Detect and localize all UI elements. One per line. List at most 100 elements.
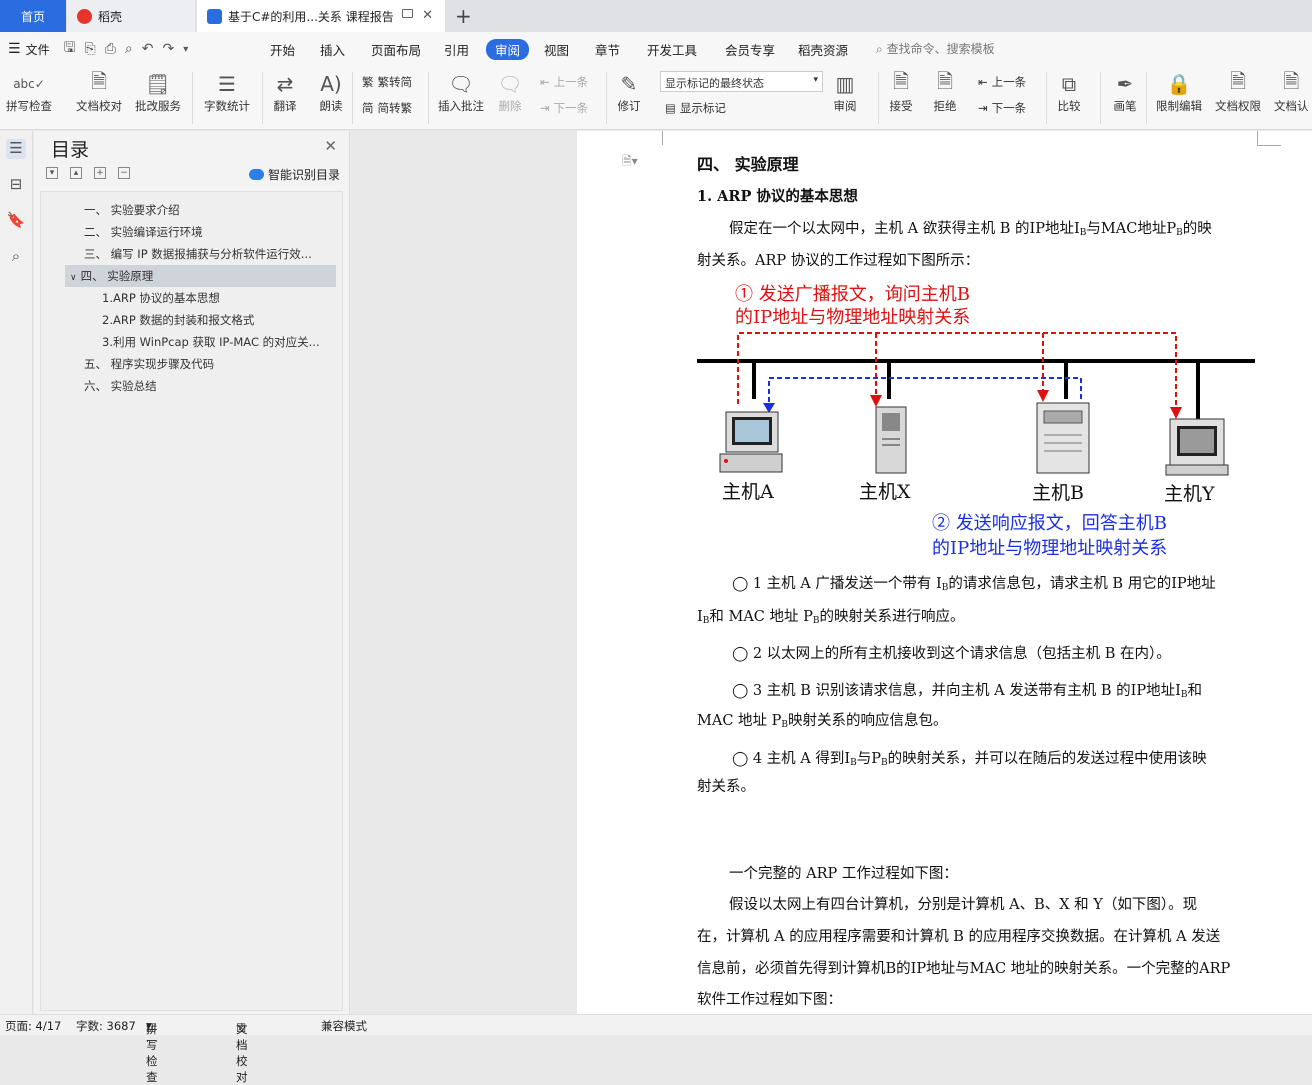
read-aloud-icon: A) (320, 72, 342, 96)
toc-item-selected[interactable]: ∨ 四、 实验原理 (65, 265, 336, 287)
tab-home-label: 首页 (20, 9, 45, 24)
more-icon[interactable]: ▾ (183, 44, 188, 55)
search-box[interactable]: ⌕ 查找命令、搜索模板 (876, 40, 995, 57)
export-icon[interactable]: ⎘ (85, 41, 96, 57)
new-tab-icon[interactable]: + (455, 4, 472, 28)
response-caption-line2: 的IP地址与物理地址映射关系 (932, 538, 1167, 559)
menu-daoke-resources[interactable]: 稻壳资源 (798, 40, 848, 59)
word-count-indicator[interactable]: 字数: 3687 (76, 1018, 136, 1034)
prev-change-button[interactable]: ⇤ 上一条 (978, 74, 1026, 90)
spell-check-button[interactable]: abc✓ 拼写检查 (6, 70, 52, 114)
menu-start[interactable]: 开始 (270, 40, 295, 59)
toc-item[interactable]: 五、 程序实现步骤及代码 (84, 353, 334, 375)
pen-button[interactable]: ✒ 画笔 (1112, 70, 1138, 114)
menu-references[interactable]: 引用 (444, 40, 469, 59)
compare-button[interactable]: ⧉ 比较 (1056, 70, 1082, 114)
remove-heading-icon[interactable]: − (118, 167, 130, 179)
tab-document[interactable]: 基于C#的利用...关系 课程报告 ✕ (197, 0, 445, 32)
correction-service-button[interactable]: 🗒 批改服务 (135, 70, 181, 114)
pin-icon[interactable] (402, 9, 413, 18)
accept-label: 接受 (889, 99, 913, 113)
file-menu[interactable]: ☰ 文件 (8, 41, 50, 58)
daoke-logo-icon (77, 8, 92, 24)
read-aloud-button[interactable]: A) 朗读 (318, 70, 344, 114)
menu-view[interactable]: 视图 (544, 40, 569, 59)
doc-certify-button[interactable]: 🗎 文档认 (1274, 69, 1309, 114)
doc-permission-button[interactable]: 🗎 文档权限 (1215, 69, 1261, 114)
menu-review[interactable]: 审阅 (486, 39, 530, 60)
subsection-heading: 1. ARP 协议的基本思想 (697, 188, 858, 205)
host-b-label: 主机B (1032, 482, 1084, 504)
toc-item[interactable]: 3.利用 WinPcap 获取 IP-MAC 的对应关... (102, 331, 334, 353)
toc-item[interactable]: 六、 实验总结 (84, 375, 334, 397)
toc-item-label: 四、 实验原理 (80, 269, 154, 283)
delete-comment-button[interactable]: 🗨 删除 (497, 70, 523, 114)
smart-toc-button[interactable]: 智能识别目录 (248, 166, 340, 183)
accept-button[interactable]: 🗎 接受 (888, 69, 914, 114)
step-4-cont: 射关系。 (697, 779, 755, 795)
undo-icon[interactable]: ↶ (142, 41, 154, 57)
prev-comment-icon: ⇤ (540, 75, 550, 89)
menu-devtools[interactable]: 开发工具 (647, 40, 697, 59)
restrict-edit-button[interactable]: 🔒 限制编辑 (1156, 70, 1202, 114)
chapter-nav-icon[interactable]: ⊟ (6, 175, 26, 195)
bookmark-icon[interactable]: 🔖 (6, 211, 26, 231)
trad-to-simp-button[interactable]: 繁繁转简 (362, 74, 412, 90)
translate-button[interactable]: ⇄ 翻译 (272, 70, 298, 114)
track-changes-button[interactable]: ✎ 修订 (616, 70, 642, 114)
menu-insert[interactable]: 插入 (320, 40, 345, 59)
tab-daoke-label: 稻壳 (98, 9, 123, 24)
redo-icon[interactable]: ↷ (163, 41, 175, 57)
document-page[interactable]: 🗎▾ 四、 实验原理 1. ARP 协议的基本思想 假定在一个以太网中，主机 A… (577, 131, 1312, 1014)
close-icon[interactable]: ✕ (324, 137, 337, 155)
show-markup-label: 显示标记 (679, 101, 726, 115)
toc-panel-icon[interactable]: ☰ (6, 139, 26, 159)
tab-daoke[interactable]: 稻壳 (67, 0, 195, 32)
search-icon[interactable]: ⌕ (6, 247, 26, 267)
toc-item[interactable]: 一、 实验要求介绍 (84, 199, 334, 221)
print-icon[interactable]: ⎙ (105, 41, 116, 57)
next-comment-button[interactable]: ⇥ 下一条 (540, 100, 588, 116)
save-icon[interactable]: 🖫 (64, 37, 76, 61)
doc-certify-label: 文档认 (1274, 99, 1309, 113)
next-change-label: 下一条 (991, 101, 1027, 115)
markup-state-value: 显示标记的最终状态 (665, 77, 764, 90)
preview-icon[interactable]: ⌕ (125, 41, 133, 57)
page-indicator[interactable]: 页面: 4/17 (5, 1018, 61, 1034)
compare-label: 比较 (1057, 99, 1081, 113)
toc-item[interactable]: 1.ARP 协议的基本思想 (102, 287, 334, 309)
separator (878, 72, 879, 124)
spell-check-status[interactable]: ☑ 拼写检查 ▾ (146, 1018, 158, 1084)
correction-icon: 🗒 (145, 72, 171, 96)
proofread-button[interactable]: 🗎 文档校对 (76, 69, 122, 114)
toc-item[interactable]: 2.ARP 数据的封装和报文格式 (102, 309, 334, 331)
menu-chapter[interactable]: 章节 (595, 40, 620, 59)
lock-icon: 🔒 (1166, 72, 1192, 96)
prev-change-label: 上一条 (991, 75, 1027, 89)
show-markup-icon: ▤ (665, 101, 676, 115)
markup-state-select[interactable]: 显示标记的最终状态 ▾ (660, 71, 823, 92)
toc-item[interactable]: 三、 编写 IP 数据报捕获与分析软件运行效... (84, 243, 334, 265)
menu-member[interactable]: 会员专享 (725, 40, 775, 59)
comment-icon: 🗨 (448, 72, 474, 96)
menu-layout[interactable]: 页面布局 (371, 40, 421, 59)
toc-item[interactable]: 二、 实验编译运行环境 (84, 221, 334, 243)
review-pane-button[interactable]: ▥ 审阅 (832, 70, 858, 114)
reject-button[interactable]: 🗎 拒绝 (932, 69, 958, 114)
tab-home[interactable]: 首页 (0, 0, 66, 32)
host-y-label: 主机Y (1164, 483, 1215, 505)
simp-to-trad-button[interactable]: 简简转繁 (362, 100, 412, 116)
next-change-button[interactable]: ⇥ 下一条 (978, 100, 1026, 116)
separator (262, 72, 263, 124)
separator (606, 72, 607, 124)
add-heading-icon[interactable]: + (94, 167, 106, 179)
show-markup-button[interactable]: ▤ 显示标记 (665, 100, 726, 116)
word-count-button[interactable]: ☰ 字数统计 (204, 70, 250, 114)
pen-icon: ✒ (1116, 72, 1134, 96)
paragraph-menu-icon[interactable]: 🗎▾ (622, 152, 638, 173)
insert-comment-button[interactable]: 🗨 插入批注 (438, 70, 484, 114)
collapse-all-icon[interactable]: ▾ (46, 167, 58, 179)
expand-all-icon[interactable]: ▴ (70, 167, 82, 179)
close-tab-icon[interactable]: ✕ (422, 8, 433, 23)
prev-comment-button[interactable]: ⇤ 上一条 (540, 74, 588, 90)
